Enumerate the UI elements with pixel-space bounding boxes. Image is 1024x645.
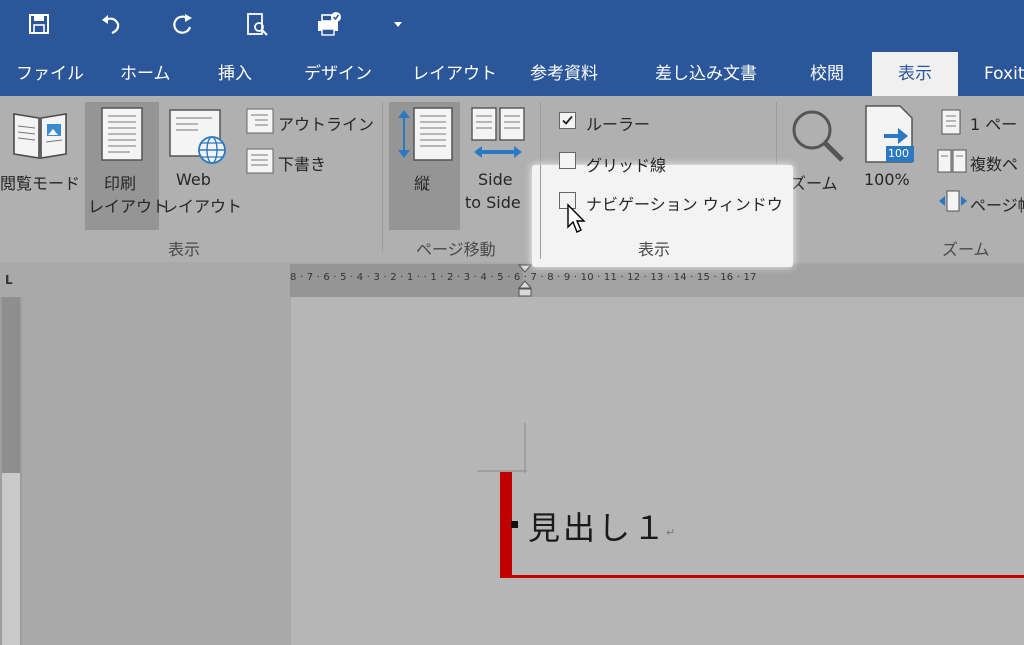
page-movement-group-label: ページ移動	[416, 240, 496, 259]
ruler-checkbox[interactable]	[559, 112, 576, 129]
web-layout-label-1[interactable]: Web	[176, 170, 211, 189]
draft-icon	[246, 148, 274, 178]
undo-icon[interactable]	[94, 10, 128, 40]
tab-foxit[interactable]: Foxit	[984, 52, 1024, 96]
save-icon[interactable]	[22, 10, 56, 40]
draft-label[interactable]: 下書き	[278, 151, 326, 175]
side-to-side-label-1[interactable]: Side	[478, 170, 513, 189]
print-layout-label-2[interactable]: レイアウト	[88, 193, 168, 217]
zoom-100-label[interactable]: 100%	[864, 170, 910, 189]
zoom-group-label: ズーム	[942, 240, 990, 259]
redo-icon[interactable]	[166, 10, 200, 40]
heading-1-text[interactable]: 見出し１	[528, 503, 668, 549]
web-layout-label-2[interactable]: レイアウト	[162, 193, 242, 217]
ruler-corner[interactable]: L	[0, 264, 22, 297]
read-mode-label[interactable]: 閲覧モード	[0, 170, 80, 194]
side-to-side-label-2[interactable]: to Side	[465, 193, 521, 212]
views-group-label: 表示	[168, 240, 201, 259]
multiple-pages-icon	[936, 148, 968, 178]
zoom-icon	[788, 106, 848, 168]
horizontal-ruler[interactable]: 8 · 7 · 6 · 5 · 4 · 3 · 2 · 1 · · 1 · 2 …	[290, 264, 1024, 297]
web-layout-icon	[168, 108, 230, 170]
customize-dropdown-icon[interactable]	[388, 10, 422, 40]
paragraph-bullet-marker	[511, 521, 518, 528]
tab-home[interactable]: ホーム	[120, 52, 171, 96]
tab-selector-icon: L	[5, 273, 13, 287]
group-divider	[540, 165, 541, 259]
indent-marker-icon[interactable]	[517, 264, 533, 301]
zoom-100-badge: 100	[888, 147, 909, 160]
one-page-icon	[940, 108, 962, 140]
tab-view[interactable]: 表示	[872, 52, 958, 96]
ribbon: 閲覧モード 印刷 レイアウト Web レイアウト アウトライン 下書き 表示 縦…	[0, 96, 1024, 262]
page-width-label[interactable]: ページ幅	[970, 192, 1024, 216]
tab-insert[interactable]: 挿入	[218, 52, 252, 96]
print-layout-icon	[100, 106, 144, 166]
print-preview-icon[interactable]	[240, 10, 274, 40]
vruler-body	[2, 473, 20, 645]
one-page-label[interactable]: 1 ペー	[970, 111, 1017, 135]
tab-design[interactable]: デザイン	[304, 52, 372, 96]
tab-review[interactable]: 校閲	[810, 52, 844, 96]
mouse-cursor-icon	[566, 203, 588, 239]
zoom-label[interactable]: ズーム	[790, 170, 838, 194]
multiple-pages-label[interactable]: 複数ペ	[970, 151, 1018, 175]
vertical-icon	[394, 106, 456, 166]
tab-file[interactable]: ファイル	[16, 52, 84, 96]
page-width-icon	[938, 190, 968, 216]
side-to-side-icon	[470, 106, 526, 166]
print-layout-label-1[interactable]: 印刷	[104, 170, 136, 194]
gridlines-label[interactable]: グリッド線	[586, 152, 666, 176]
navigation-pane-label[interactable]: ナビゲーション ウィンドウ	[586, 191, 783, 215]
heading-underline	[500, 575, 1024, 578]
tab-references[interactable]: 参考資料	[530, 52, 598, 96]
paragraph-mark: ↵	[666, 526, 676, 539]
show-group-label: 表示	[638, 240, 671, 259]
outline-icon	[246, 108, 274, 138]
vertical-ruler[interactable]	[0, 297, 22, 645]
read-mode-icon	[10, 106, 70, 166]
ruler-label[interactable]: ルーラー	[586, 111, 650, 135]
document-page[interactable]	[291, 297, 1024, 645]
vertical-label[interactable]: 縦	[414, 170, 430, 194]
margin-corner-mark	[477, 423, 529, 479]
group-divider	[382, 102, 383, 252]
outline-label[interactable]: アウトライン	[278, 111, 374, 135]
quick-access-toolbar	[0, 0, 1024, 52]
quick-print-icon[interactable]	[312, 10, 346, 40]
ribbon-tabs: ファイル ホーム 挿入 デザイン レイアウト 参考資料 差し込み文書 校閲 表示…	[0, 52, 1024, 96]
tab-mailings[interactable]: 差し込み文書	[655, 52, 757, 96]
vruler-margin	[2, 297, 20, 473]
tab-layout[interactable]: レイアウト	[412, 52, 497, 96]
gridlines-checkbox[interactable]	[559, 152, 576, 169]
